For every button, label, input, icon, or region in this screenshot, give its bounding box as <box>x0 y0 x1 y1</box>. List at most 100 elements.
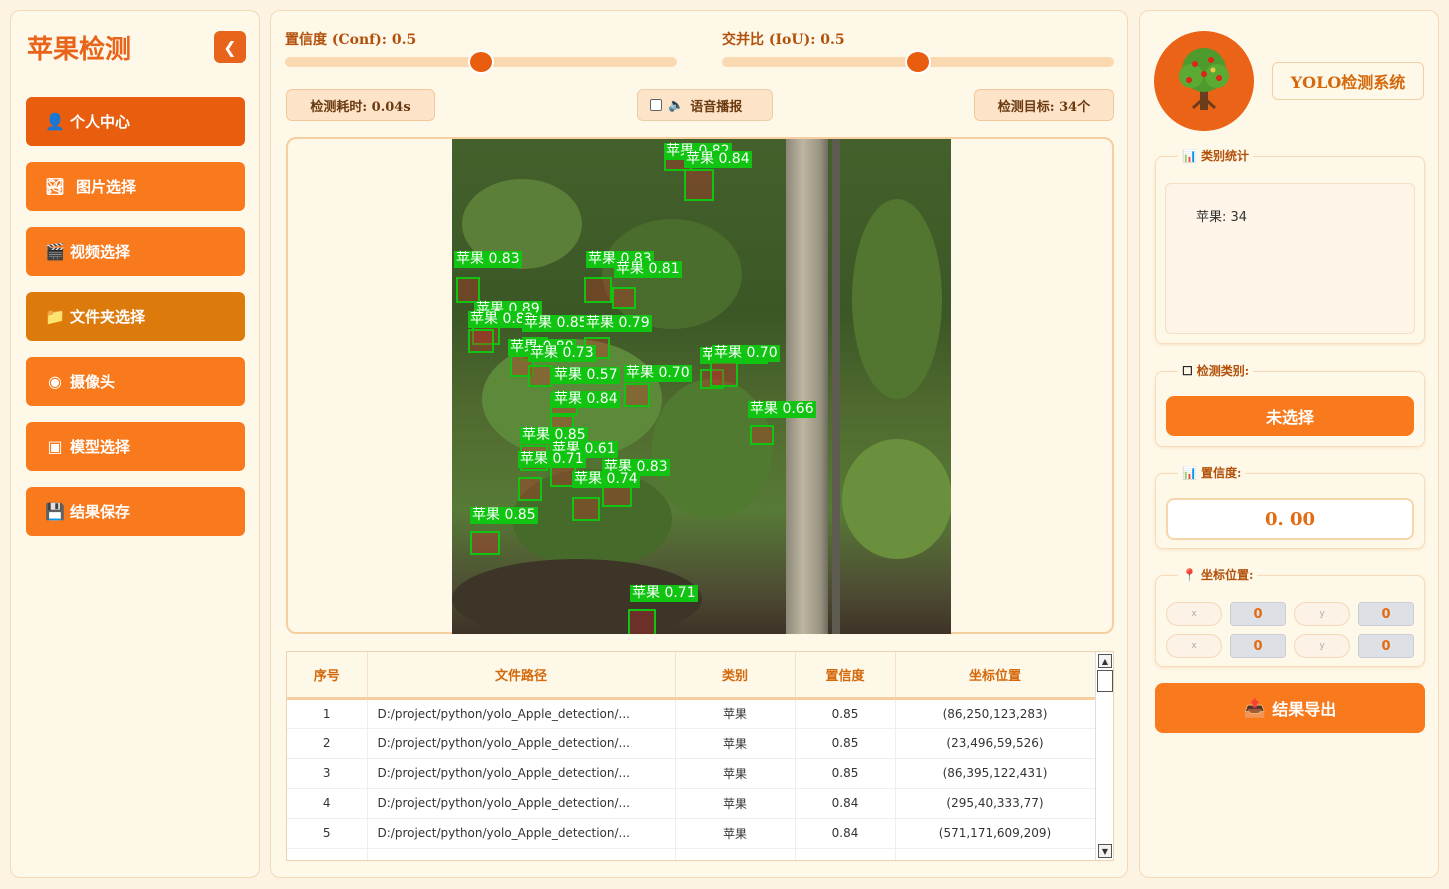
checkbox-icon: ☐ <box>1182 363 1193 378</box>
detection-label: 苹果 0.84 <box>684 151 752 168</box>
conf-slider[interactable] <box>285 50 677 74</box>
nav-video-select[interactable]: 🎬 视频选择 <box>26 227 245 276</box>
nav-save-results[interactable]: 💾 结果保存 <box>26 487 245 536</box>
tree-trunk <box>786 139 828 634</box>
cell-index: 1 <box>287 698 368 729</box>
detection-label: 苹果 0.73 <box>528 345 596 362</box>
cell-confidence: 0.84 <box>795 788 896 819</box>
detection-label: 苹果 0.85 <box>470 507 538 524</box>
conf-slider-handle[interactable] <box>468 50 494 74</box>
user-icon: 👤 <box>45 112 65 131</box>
table-row[interactable]: 2 D:/project/python/yolo_Apple_detection… <box>287 728 1096 759</box>
cell-class: 苹果 <box>675 698 796 729</box>
xmax-label: x <box>1166 634 1222 658</box>
ymax-label: y <box>1294 634 1350 658</box>
cell-index: 4 <box>287 788 368 819</box>
col-class: 类别 <box>675 652 796 700</box>
table-row[interactable]: 3 D:/project/python/yolo_Apple_detection… <box>287 758 1096 789</box>
nav-folder-select[interactable]: 📁 文件夹选择 <box>26 292 245 341</box>
scroll-down-arrow-icon[interactable]: ▼ <box>1098 844 1112 858</box>
xmin-value: 0 <box>1230 602 1286 626</box>
cell-file-path: D:/project/python/yolo_Apple_detection/.… <box>367 788 676 819</box>
cell-confidence: 0.85 <box>795 758 896 789</box>
voice-checkbox[interactable] <box>650 99 662 111</box>
col-index: 序号 <box>287 652 368 700</box>
image-icon: 🏞 <box>44 177 66 196</box>
ymin-label: y <box>1294 602 1350 626</box>
scroll-up-arrow-icon[interactable]: ▲ <box>1098 654 1112 668</box>
cell-file-path: D:/project/python/yolo_Apple_detection/.… <box>367 818 676 849</box>
export-icon: 📤 <box>1243 697 1267 719</box>
nav-label: 结果保存 <box>70 503 131 521</box>
iou-slider[interactable] <box>722 50 1114 74</box>
nav-label: 模型选择 <box>70 438 131 456</box>
main-panel: 置信度 (Conf): 0.5 交并比 (IoU): 0.5 检测耗时: 0.0… <box>270 10 1128 878</box>
cell-confidence: 0.85 <box>795 728 896 759</box>
cell-class: 苹果 <box>675 728 796 759</box>
detection-label: 苹果 0.71 <box>630 585 698 602</box>
nav-label: 摄像头 <box>70 373 116 391</box>
pin-icon: 📍 <box>1182 567 1197 582</box>
detection-box <box>750 425 774 445</box>
stats-group: 📊 类别统计 苹果: 34 <box>1155 147 1425 344</box>
ymin-value: 0 <box>1358 602 1414 626</box>
camera-icon: ◉ <box>48 372 62 391</box>
detection-image: 苹果 0.82苹果 0.84苹果 0.83苹果 0.83苹果 0.81苹果 0.… <box>452 139 951 634</box>
detection-label: 苹果 0.70 <box>712 345 780 362</box>
iou-slider-handle[interactable] <box>905 50 931 74</box>
table-header: 序号 文件路径 类别 置信度 坐标位置 <box>287 652 1096 700</box>
detection-box <box>624 383 650 407</box>
cell-confidence: 0.85 <box>795 698 896 729</box>
cell-coordinates: (571,171,609,209) <box>895 818 1096 849</box>
col-coordinates: 坐标位置 <box>895 652 1096 700</box>
detection-box <box>612 287 636 309</box>
right-panel: YOLO检测系统 📊 类别统计 苹果: 34 ☐ 检测类别: 未选择 📊 置信度… <box>1139 10 1439 878</box>
nav-camera[interactable]: ◉ 摄像头 <box>26 357 245 406</box>
table-row[interactable]: 5 D:/project/python/yolo_Apple_detection… <box>287 818 1096 849</box>
bar-chart-icon: 📊 <box>1182 148 1197 163</box>
cell-class: 苹果 <box>675 758 796 789</box>
detection-box <box>518 477 542 501</box>
cell-file-path: D:/project/python/yolo_Apple_detection/.… <box>367 758 676 789</box>
cell-coordinates: (295,40,333,77) <box>895 788 1096 819</box>
stats-text: 苹果: 34 <box>1165 183 1415 334</box>
cell-file-path: D:/project/python/yolo_Apple_detection/.… <box>367 728 676 759</box>
nav-model-select[interactable]: ▣ 模型选择 <box>26 422 245 471</box>
nav-personal-center[interactable]: 👤 个人中心 <box>26 97 245 146</box>
table-row[interactable]: 4 D:/project/python/yolo_Apple_detection… <box>287 788 1096 819</box>
voice-broadcast-toggle[interactable]: 🔈 语音播报 <box>637 89 773 121</box>
cell-index: 3 <box>287 758 368 789</box>
nav-label: 视频选择 <box>70 243 131 261</box>
speaker-icon: 🔈 <box>668 97 685 113</box>
table-row[interactable] <box>287 848 1096 860</box>
detection-box <box>710 361 738 387</box>
detection-label: 苹果 0.71 <box>518 451 586 468</box>
iou-slider-label: 交并比 (IoU): 0.5 <box>722 32 845 48</box>
detection-label: 苹果 0.81 <box>614 261 682 278</box>
model-icon: ▣ <box>47 437 63 456</box>
clapperboard-icon: 🎬 <box>45 242 65 261</box>
xmin-label: x <box>1166 602 1222 626</box>
export-results-button[interactable]: 📤 结果导出 <box>1155 683 1425 733</box>
detection-time: 检测耗时: 0.04s <box>286 89 435 121</box>
voice-label: 语音播报 <box>690 99 743 115</box>
detection-label: 苹果 0.57 <box>552 367 620 384</box>
table-row[interactable]: 1 D:/project/python/yolo_Apple_detection… <box>287 698 1096 729</box>
xmax-value: 0 <box>1230 634 1286 658</box>
detection-label: 苹果 0.70 <box>624 365 692 382</box>
detection-box <box>572 497 600 521</box>
system-title: YOLO检测系统 <box>1272 62 1424 100</box>
cell-coordinates: (23,496,59,526) <box>895 728 1096 759</box>
collapse-sidebar-button[interactable]: ❮ <box>214 31 246 63</box>
scroll-thumb[interactable] <box>1097 670 1113 692</box>
sidebar: 苹果检测 ❮ 👤 个人中心 🏞 图片选择 🎬 视频选择 📁 文件夹选择 ◉ 摄像… <box>10 10 260 878</box>
nav-image-select[interactable]: 🏞 图片选择 <box>26 162 245 211</box>
class-select-button[interactable]: 未选择 <box>1166 396 1414 436</box>
table-scrollbar[interactable]: ▲ ▼ <box>1095 652 1113 860</box>
results-table[interactable]: 序号 文件路径 类别 置信度 坐标位置 1 D:/project/python/… <box>286 651 1114 861</box>
conf-title: 置信度: <box>1200 466 1242 480</box>
detection-label: 苹果 0.66 <box>748 401 816 418</box>
detection-label: 苹果 0.84 <box>552 391 620 408</box>
cell-confidence: 0.84 <box>795 818 896 849</box>
detection-box <box>470 531 500 555</box>
